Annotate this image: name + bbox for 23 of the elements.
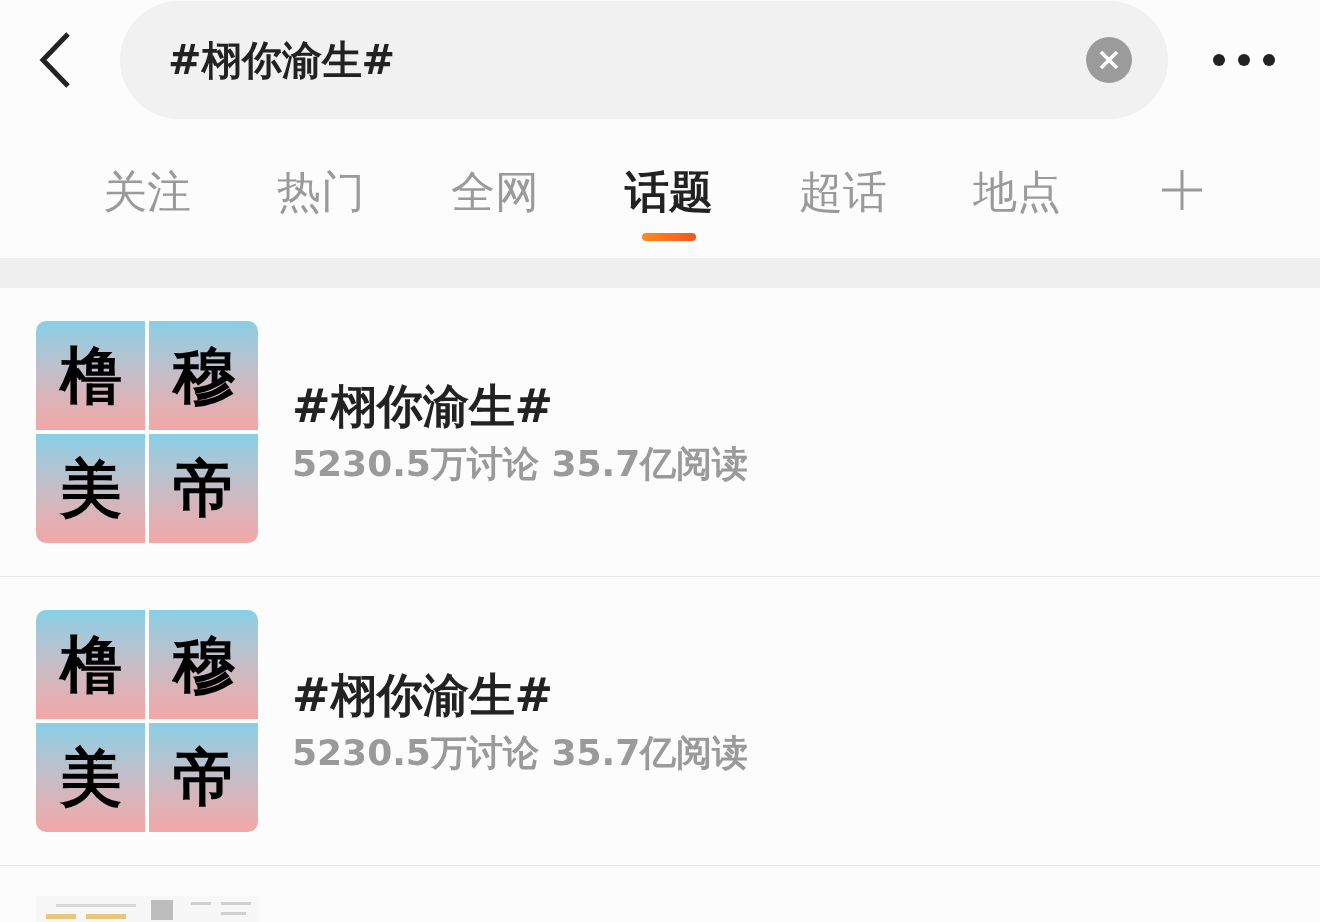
tab[interactable]: 全网 <box>408 164 582 241</box>
tab[interactable]: 热门 <box>234 164 408 241</box>
tab[interactable]: 地点 <box>930 164 1104 241</box>
topic-stats: 5230.5万讨论 35.7亿阅读 <box>292 731 749 776</box>
more-icon[interactable] <box>1212 53 1276 67</box>
tab[interactable]: 关注 <box>60 164 234 241</box>
clear-icon[interactable] <box>1086 37 1132 83</box>
thumbnail-character: 橹 <box>59 344 122 407</box>
thumbnail-character: 美 <box>59 457 122 520</box>
topic-title[interactable]: #栩你渝生# <box>292 666 749 725</box>
thumbnail-character: 帝 <box>172 457 235 520</box>
plus-icon[interactable] <box>1162 170 1202 210</box>
search-field[interactable]: #栩你渝生# <box>120 1 1168 119</box>
thumbnail-character: 帝 <box>172 746 235 809</box>
thumbnail-character: 美 <box>59 746 122 809</box>
topic-stats: 5230.5万讨论 35.7亿阅读 <box>292 442 749 487</box>
topic-title[interactable]: #栩你渝生# <box>292 377 749 436</box>
thumbnail-character: 穆 <box>172 633 235 696</box>
tab[interactable]: 话题 <box>582 164 756 241</box>
tab[interactable]: 超话 <box>756 164 930 241</box>
thumbnail-character: 穆 <box>172 344 235 407</box>
thumbnail-character: 橹 <box>59 633 122 696</box>
back-icon[interactable] <box>38 31 72 89</box>
